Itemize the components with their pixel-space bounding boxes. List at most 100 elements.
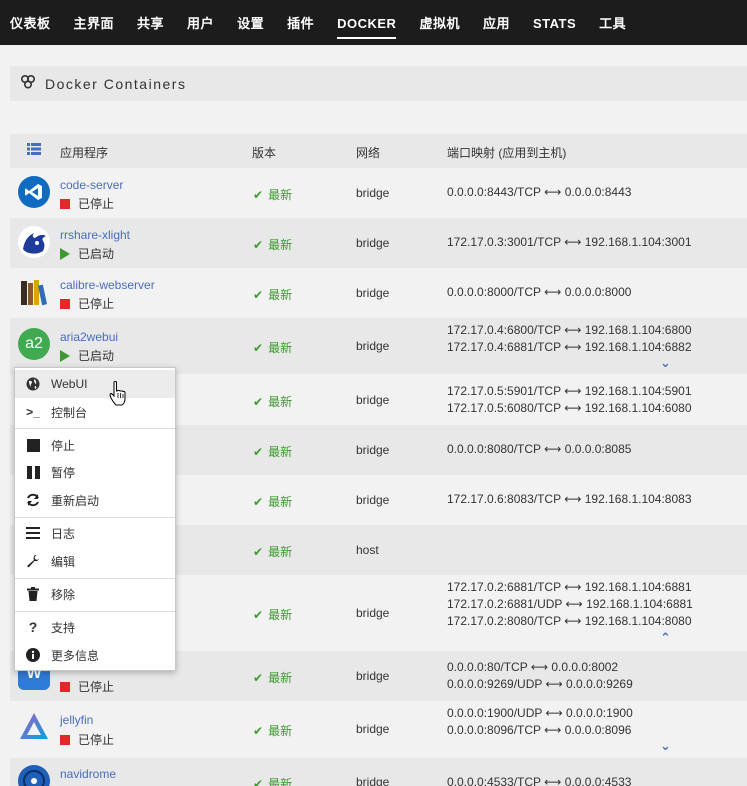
menu-item-label: 暂停 xyxy=(51,465,76,480)
play-icon xyxy=(60,349,70,362)
container-name[interactable]: jellyfin xyxy=(60,713,93,727)
menu-divider xyxy=(15,611,175,612)
list-view-icon[interactable] xyxy=(27,143,41,158)
port-mapping: 172.17.0.4:6881/TCP ⟷ 192.168.1.104:6882 xyxy=(447,340,692,354)
top-nav: 仪表板 主界面 共享 用户 设置 插件 DOCKER 虚拟机 应用 STATS … xyxy=(0,0,747,45)
container-name[interactable]: code-server xyxy=(60,178,123,192)
menu-divider xyxy=(15,428,175,429)
list-icon xyxy=(25,525,41,541)
expand-down-icon[interactable]: ⌄ xyxy=(660,738,671,754)
table-row: rrshare-xlight 已启动 ✔ 最新 bridge 172.17.0.3… xyxy=(10,218,747,268)
version-status: ✔ 最新 xyxy=(253,186,292,203)
menu-item-restart[interactable]: 重新启动 xyxy=(15,486,175,514)
port-mapping: 172.17.0.5:6080/TCP ⟷ 192.168.1.104:6080 xyxy=(447,401,692,415)
expand-down-icon[interactable]: ⌄ xyxy=(660,355,671,371)
status-text: 已停止 xyxy=(78,197,115,211)
container-status: 已停止 xyxy=(60,731,114,748)
globe-icon xyxy=(25,376,41,392)
container-name[interactable]: calibre-webserver xyxy=(60,278,155,292)
check-icon: ✔ xyxy=(253,544,264,559)
port-mapping: 0.0.0.0:8096/TCP ⟷ 0.0.0.0:8096 xyxy=(447,723,632,737)
port-mappings: 0.0.0.0:8000/TCP ⟷ 0.0.0.0:8000 xyxy=(447,284,631,301)
nav-vms[interactable]: 虚拟机 xyxy=(419,0,460,45)
refresh-icon xyxy=(25,492,41,508)
table-row: jellyfin 已停止 ✔ 最新 bridge 0.0.0.0:1900/UDP… xyxy=(10,701,747,758)
port-mapping: 172.17.0.4:6800/TCP ⟷ 192.168.1.104:6800 xyxy=(447,323,692,337)
port-mappings: 172.17.0.5:5901/TCP ⟷ 192.168.1.104:5901… xyxy=(447,383,692,417)
terminal-icon: >_ xyxy=(26,405,40,419)
menu-item-remove[interactable]: 移除 xyxy=(15,580,175,608)
nav-plugins[interactable]: 插件 xyxy=(287,0,314,45)
check-icon: ✔ xyxy=(253,494,264,509)
port-mappings: 0.0.0.0:8443/TCP ⟷ 0.0.0.0:8443 xyxy=(447,184,631,201)
nav-users[interactable]: 用户 xyxy=(187,0,214,45)
version-status: ✔ 最新 xyxy=(253,543,292,560)
vscode-icon[interactable] xyxy=(18,176,50,208)
container-status: 已启动 xyxy=(60,245,114,262)
collapse-up-icon[interactable]: ⌃ xyxy=(660,630,671,646)
check-icon: ✔ xyxy=(253,187,264,202)
port-mapping: 172.17.0.3:3001/TCP ⟷ 192.168.1.104:3001 xyxy=(447,235,692,249)
port-mapping: 0.0.0.0:80/TCP ⟷ 0.0.0.0:8002 xyxy=(447,660,619,674)
port-mapping: 0.0.0.0:8080/TCP ⟷ 0.0.0.0:8085 xyxy=(447,442,632,456)
books-icon[interactable] xyxy=(18,276,50,308)
check-icon: ✔ xyxy=(253,237,264,252)
status-text: 已停止 xyxy=(78,733,115,747)
menu-item-pause[interactable]: 暂停 xyxy=(15,458,175,486)
stopped-icon xyxy=(60,198,70,209)
menu-item-stop[interactable]: 停止 xyxy=(15,431,175,459)
version-status: ✔ 最新 xyxy=(253,722,292,739)
container-name[interactable]: navidrome xyxy=(60,767,116,781)
port-mapping: 0.0.0.0:1900/UDP ⟷ 0.0.0.0:1900 xyxy=(447,706,633,720)
nav-shares[interactable]: 共享 xyxy=(137,0,164,45)
version-status: ✔ 最新 xyxy=(253,606,292,623)
check-icon: ✔ xyxy=(253,394,264,409)
container-name[interactable]: rrshare-xlight xyxy=(60,228,130,242)
nav-dashboard[interactable]: 仪表板 xyxy=(10,0,51,45)
header-ports: 端口映射 (应用到主机) xyxy=(447,146,567,160)
network-mode: bridge xyxy=(356,393,390,407)
menu-item-console[interactable]: >_ 控制台 xyxy=(15,398,175,426)
navidrome-icon[interactable] xyxy=(18,765,50,786)
network-mode: bridge xyxy=(356,606,390,620)
sonic-icon[interactable] xyxy=(18,226,50,258)
container-status: 已启动 xyxy=(60,347,114,364)
menu-item-label: 控制台 xyxy=(51,405,88,420)
status-text: 已停止 xyxy=(78,297,115,311)
menu-item-support[interactable]: ? 支持 xyxy=(15,613,175,641)
menu-item-edit[interactable]: 编辑 xyxy=(15,547,175,575)
check-icon: ✔ xyxy=(253,340,264,355)
version-status: ✔ 最新 xyxy=(253,775,292,786)
nav-stats[interactable]: STATS xyxy=(533,0,576,45)
version-text: 最新 xyxy=(268,495,293,509)
version-text: 最新 xyxy=(268,188,293,202)
aria2-icon[interactable]: a2 xyxy=(18,328,50,360)
jellyfin-icon[interactable] xyxy=(18,711,50,743)
version-text: 最新 xyxy=(268,545,293,559)
nav-docker[interactable]: DOCKER xyxy=(337,0,397,45)
trash-icon xyxy=(25,586,41,602)
container-status: 已停止 xyxy=(60,678,114,695)
port-mappings: 0.0.0.0:4533/TCP ⟷ 0.0.0.0:4533 xyxy=(447,774,631,786)
menu-item-logs[interactable]: 日志 xyxy=(15,519,175,547)
menu-item-more-info[interactable]: 更多信息 xyxy=(15,641,175,669)
nav-main[interactable]: 主界面 xyxy=(74,0,115,45)
menu-item-label: 支持 xyxy=(51,620,76,635)
hand-cursor-icon xyxy=(109,381,127,412)
version-status: ✔ 最新 xyxy=(253,493,292,510)
version-text: 最新 xyxy=(268,288,293,302)
version-status: ✔ 最新 xyxy=(253,286,292,303)
container-name[interactable]: aria2webui xyxy=(60,330,118,344)
menu-item-webui[interactable]: WebUI xyxy=(15,370,175,398)
network-mode: host xyxy=(356,543,379,557)
nav-tools[interactable]: 工具 xyxy=(599,0,626,45)
nav-settings[interactable]: 设置 xyxy=(237,0,264,45)
network-mode: bridge xyxy=(356,722,390,736)
menu-divider xyxy=(15,578,175,579)
table-row: a2 aria2webui 已启动 ✔ 最新 bridge 172.17.0.4:… xyxy=(10,318,747,374)
stop-icon xyxy=(25,437,41,453)
network-mode: bridge xyxy=(356,186,390,200)
version-status: ✔ 最新 xyxy=(253,339,292,356)
nav-apps[interactable]: 应用 xyxy=(483,0,510,45)
menu-item-label: 更多信息 xyxy=(51,648,100,663)
